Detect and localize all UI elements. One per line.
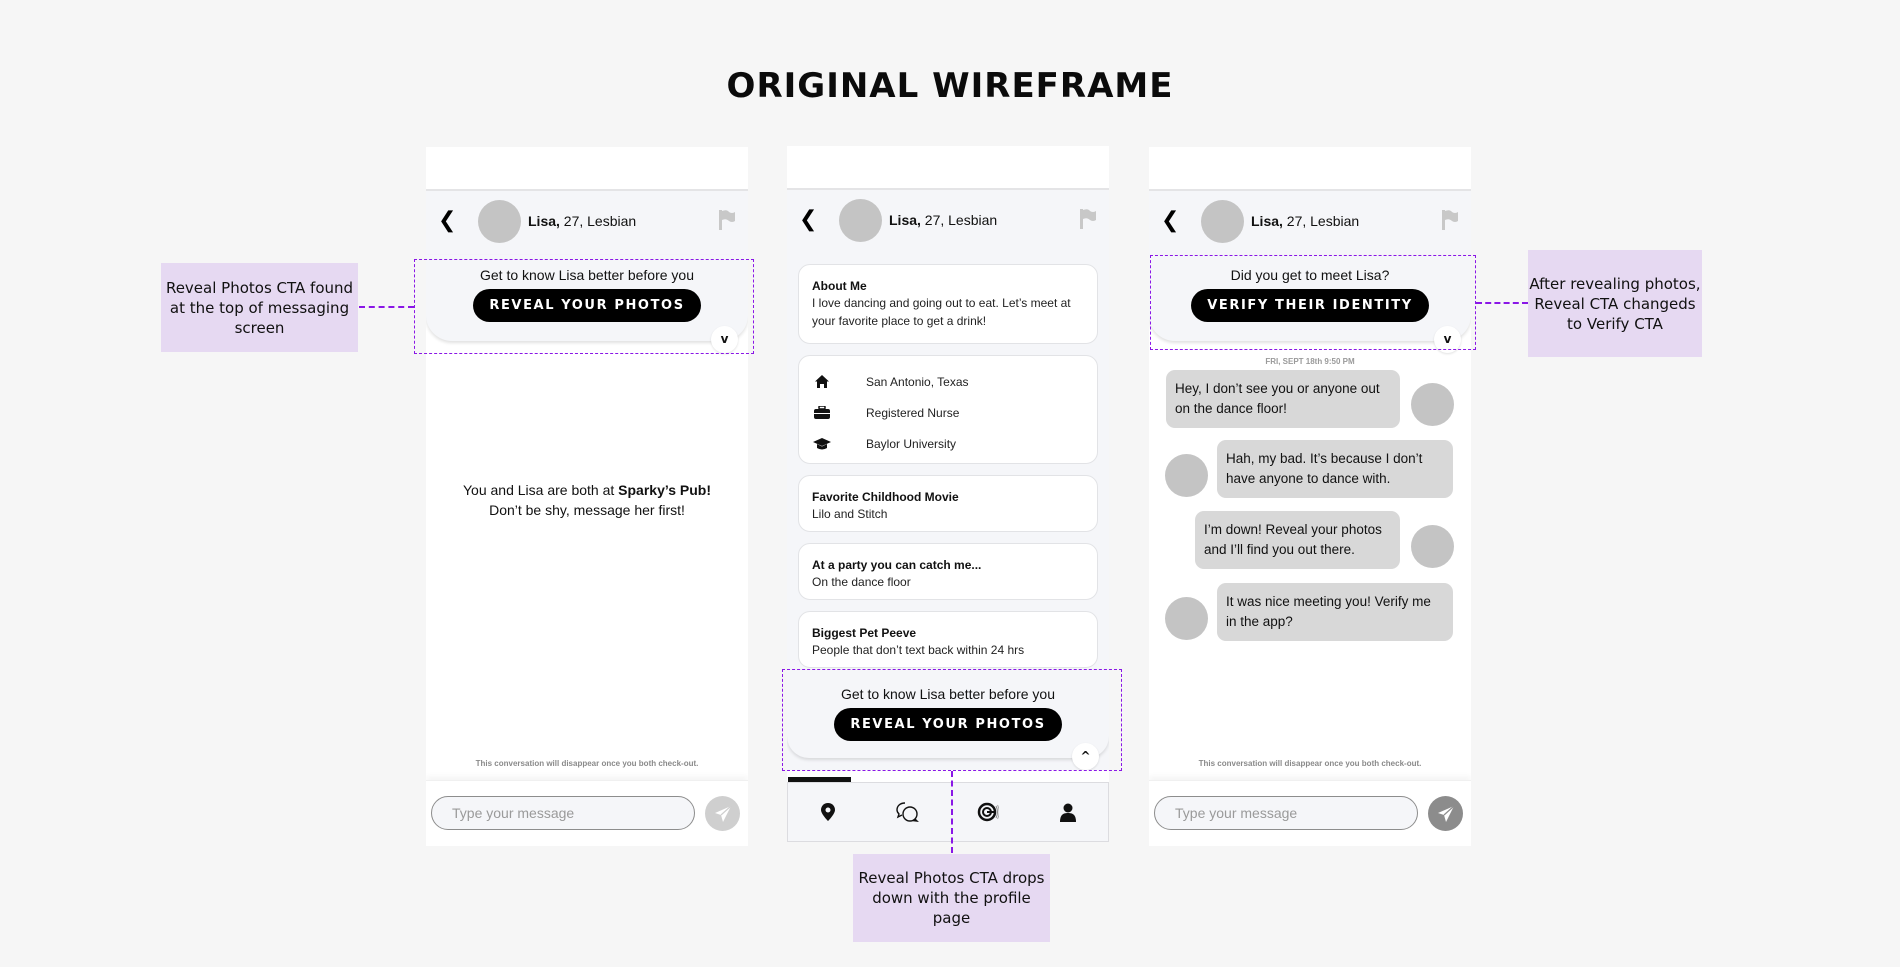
movie-card: Favorite Childhood Movie Lilo and Stitch xyxy=(798,475,1098,532)
empty-chat-line-1: You and Lisa are both at Sparky’s Pub! xyxy=(426,480,748,500)
card-body: Lilo and Stitch xyxy=(812,507,888,521)
chat-bubbles-icon xyxy=(896,802,919,822)
annotation-right: After revealing photos, Reveal CTA chang… xyxy=(1528,250,1702,357)
connector-left xyxy=(359,306,414,308)
info-card: San Antonio, Texas Registered Nurse Bayl… xyxy=(798,355,1098,464)
profile-name-bold: Lisa, xyxy=(1251,213,1283,229)
paper-plane-icon xyxy=(1437,805,1454,822)
back-arrow-icon[interactable]: ❮ xyxy=(799,208,819,232)
profile-details: 27, Lesbian xyxy=(559,213,637,229)
tab-messages[interactable] xyxy=(868,783,948,841)
send-button[interactable] xyxy=(705,796,740,831)
send-button[interactable] xyxy=(1428,796,1463,831)
sender-avatar xyxy=(1411,383,1454,426)
back-arrow-icon[interactable]: ❮ xyxy=(1161,209,1181,233)
empty-chat-line-2: Don’t be shy, message her first! xyxy=(489,502,685,518)
active-tab-indicator xyxy=(788,777,851,782)
chat-timestamp: FRI, SEPT 18th 9:50 PM xyxy=(1265,357,1355,366)
message-input[interactable] xyxy=(431,796,695,830)
message-row: Hey, I don’t see you or anyone out on th… xyxy=(1149,370,1471,430)
about-me-card: About Me I love dancing and going out to… xyxy=(798,264,1098,344)
annotation-center: Reveal Photos CTA drops down with the pr… xyxy=(853,854,1050,942)
pet-peeve-card: Biggest Pet Peeve People that don’t text… xyxy=(798,611,1098,668)
card-title: About Me xyxy=(812,279,867,293)
chat-header: ❮ Lisa, 27, Lesbian xyxy=(426,191,748,255)
report-flag-icon[interactable] xyxy=(1079,208,1097,230)
receiver-avatar xyxy=(1165,454,1208,497)
info-text: Baylor University xyxy=(866,436,957,451)
avatar[interactable] xyxy=(839,199,882,242)
profile-icon xyxy=(1060,803,1076,822)
back-arrow-icon[interactable]: ❮ xyxy=(438,209,458,233)
profile-header: ❮ Lisa, 27, Lesbian xyxy=(787,190,1109,254)
profile-details: 27, Lesbian xyxy=(1282,213,1360,229)
info-row-location: San Antonio, Texas xyxy=(812,366,1084,397)
highlight-box-left xyxy=(414,259,754,354)
info-row-job: Registered Nurse xyxy=(812,397,1084,428)
sender-avatar xyxy=(1411,525,1454,568)
message-composer xyxy=(426,780,748,846)
info-text: Registered Nurse xyxy=(866,405,960,420)
empty-chat-prefix: You and Lisa are both at xyxy=(462,482,619,498)
disappear-disclaimer: This conversation will disappear once yo… xyxy=(475,759,699,768)
annotation-left: Reveal Photos CTA found at the top of me… xyxy=(161,263,358,352)
card-title: At a party you can catch me... xyxy=(812,558,982,572)
message-bubble-received: It was nice meeting you! Verify me in th… xyxy=(1217,583,1453,641)
graduation-cap-icon xyxy=(812,436,832,452)
profile-name-bold: Lisa, xyxy=(889,212,921,228)
profile-name: Lisa, 27, Lesbian xyxy=(528,213,636,229)
card-body: I love dancing and going out to eat. Let… xyxy=(812,296,1071,328)
profile-details: 27, Lesbian xyxy=(920,212,998,228)
message-bubble-sent: I’m down! Reveal your photos and I’ll fi… xyxy=(1195,511,1400,569)
tab-location[interactable] xyxy=(788,783,868,841)
empty-chat-message: You and Lisa are both at Sparky’s Pub! D… xyxy=(426,480,748,520)
message-bubble-sent: Hey, I don’t see you or anyone out on th… xyxy=(1166,370,1400,428)
profile-name: Lisa, 27, Lesbian xyxy=(889,212,997,228)
bottom-tab-bar xyxy=(787,777,1109,842)
profile-name: Lisa, 27, Lesbian xyxy=(1251,213,1359,229)
venue-name: Sparky’s Pub! xyxy=(618,482,712,498)
card-title: Biggest Pet Peeve xyxy=(812,626,917,640)
message-row: It was nice meeting you! Verify me in th… xyxy=(1149,583,1471,643)
messaging-screen-verify: ❮ Lisa, 27, Lesbian Did you get to meet … xyxy=(1149,147,1471,846)
profile-name-bold: Lisa, xyxy=(528,213,560,229)
message-input[interactable] xyxy=(1154,796,1418,830)
home-icon xyxy=(812,374,832,390)
location-pin-icon xyxy=(821,803,835,821)
report-flag-icon[interactable] xyxy=(718,209,736,231)
card-body: On the dance floor xyxy=(812,575,911,589)
chat-header: ❮ Lisa, 27, Lesbian xyxy=(1149,191,1471,255)
page-title: ORIGINAL WIREFRAME xyxy=(726,66,1174,106)
receiver-avatar xyxy=(1165,597,1208,640)
status-bar xyxy=(787,146,1109,190)
paper-plane-icon xyxy=(714,805,731,822)
connector-right xyxy=(1476,302,1528,304)
tab-profile[interactable] xyxy=(1028,783,1108,841)
status-bar xyxy=(1149,147,1471,191)
briefcase-icon xyxy=(812,405,832,421)
message-row: I’m down! Reveal your photos and I’ll fi… xyxy=(1149,511,1471,571)
tab-radar[interactable] xyxy=(948,783,1028,841)
card-body: People that don’t text back within 24 hr… xyxy=(812,643,1025,657)
card-title: Favorite Childhood Movie xyxy=(812,490,959,504)
info-row-education: Baylor University xyxy=(812,428,1084,459)
avatar[interactable] xyxy=(1201,200,1244,243)
avatar[interactable] xyxy=(478,200,521,243)
message-composer xyxy=(1149,780,1471,846)
disappear-disclaimer: This conversation will disappear once yo… xyxy=(1198,759,1422,768)
connector-center xyxy=(951,771,953,853)
report-flag-icon[interactable] xyxy=(1441,209,1459,231)
message-row: Hah, my bad. It’s because I don’t have a… xyxy=(1149,440,1471,500)
profile-cards: About Me I love dancing and going out to… xyxy=(798,264,1098,679)
status-bar xyxy=(426,147,748,191)
party-card: At a party you can catch me... On the da… xyxy=(798,543,1098,600)
radar-icon xyxy=(977,802,999,822)
messaging-screen-reveal: ❮ Lisa, 27, Lesbian Get to know Lisa bet… xyxy=(426,147,748,846)
message-bubble-received: Hah, my bad. It’s because I don’t have a… xyxy=(1217,440,1453,498)
info-text: San Antonio, Texas xyxy=(866,374,969,389)
highlight-box-center xyxy=(782,669,1122,771)
highlight-box-right xyxy=(1150,255,1476,350)
